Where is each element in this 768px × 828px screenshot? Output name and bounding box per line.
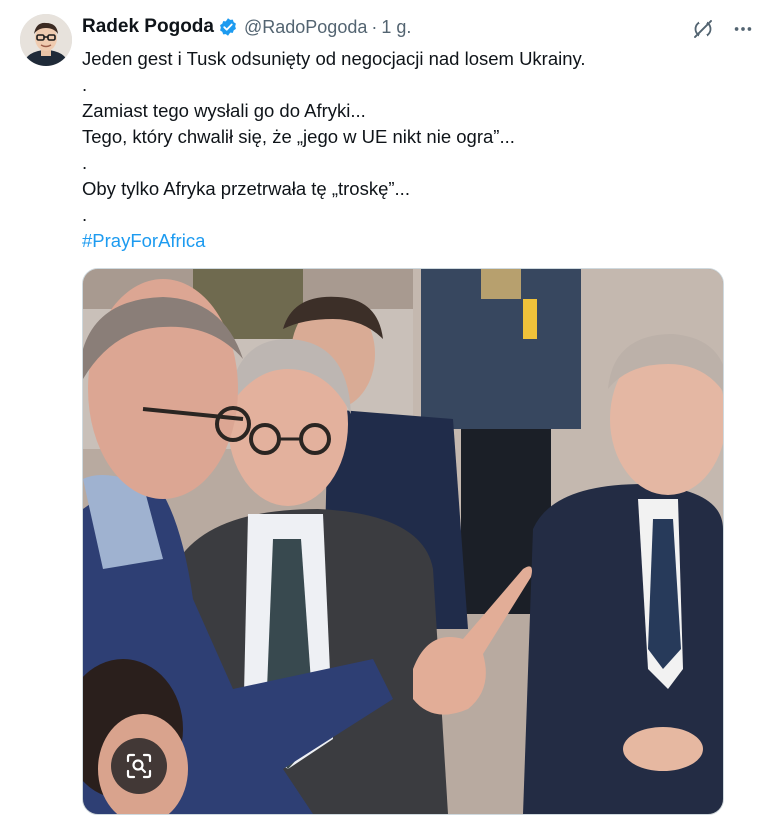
tweet-media[interactable] [82, 268, 724, 815]
author-name[interactable]: Radek Pogoda [82, 16, 214, 38]
verified-badge-icon [218, 17, 238, 37]
media-photo [83, 269, 723, 814]
tweet-actions [690, 16, 756, 42]
tweet-line: . [82, 74, 88, 95]
tweet-line: Jeden gest i Tusk odsunięty od negocjacj… [82, 48, 586, 69]
image-search-icon[interactable] [111, 738, 167, 794]
tweet[interactable]: Radek Pogoda @RadoPogoda · 1 g. Jeden ge… [0, 0, 768, 828]
tweet-timestamp[interactable]: 1 g. [381, 17, 411, 38]
more-icon[interactable] [730, 16, 756, 42]
header-separator: · [371, 16, 378, 37]
tweet-line: Oby tylko Afryka przetrwała tę „troskę”.… [82, 178, 410, 199]
tweet-line: Tego, który chwalił się, że „jego w UE n… [82, 126, 515, 147]
tweet-line: . [82, 204, 88, 225]
grok-icon[interactable] [690, 16, 716, 42]
avatar-image [20, 14, 72, 66]
avatar[interactable] [20, 14, 72, 66]
tweet-line: . [82, 152, 88, 173]
tweet-line: Zamiast tego wysłali go do Afryki... [82, 100, 366, 121]
hashtag-link[interactable]: #PrayForAfrica [82, 230, 205, 251]
tweet-header: Radek Pogoda @RadoPogoda · 1 g. [82, 16, 411, 38]
author-handle[interactable]: @RadoPogoda [244, 17, 367, 38]
tweet-text: Jeden gest i Tusk odsunięty od negocjacj… [82, 46, 742, 254]
